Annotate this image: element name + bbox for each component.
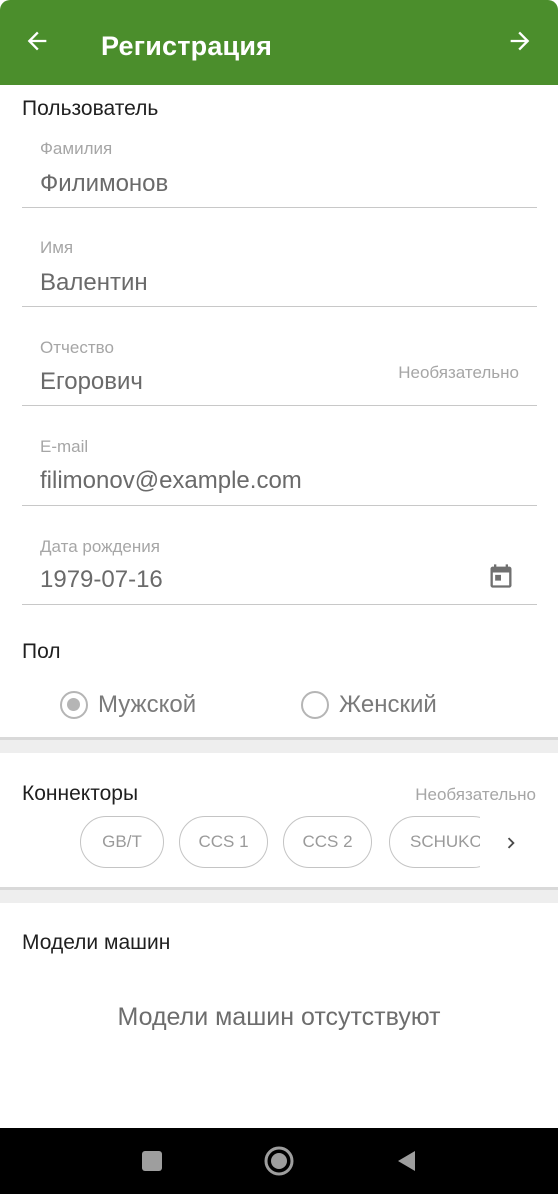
email-input[interactable]: filimonov@example.com xyxy=(40,467,460,495)
app-bar: Регистрация xyxy=(0,0,558,85)
birth-date-field[interactable]: Дата рождения 1979-07-16 xyxy=(22,515,537,605)
chevron-right-icon xyxy=(507,837,515,849)
last-name-field[interactable]: Фамилия Филимонов xyxy=(22,118,537,208)
patronymic-field[interactable]: Отчество Егорович Необязательно xyxy=(22,316,537,406)
connector-chip-ccs2[interactable]: CCS 2 xyxy=(283,816,372,868)
email-label: E-mail xyxy=(40,437,89,456)
arrow-right-icon xyxy=(510,31,530,51)
patronymic-optional-hint: Необязательно xyxy=(398,363,519,382)
forward-button[interactable] xyxy=(500,21,540,61)
recents-button[interactable] xyxy=(141,1150,163,1172)
birth-date-input[interactable]: 1979-07-16 xyxy=(40,566,460,594)
gender-male-label: Мужской xyxy=(98,691,197,718)
birth-date-label: Дата рождения xyxy=(40,537,160,556)
connector-chip-gbt[interactable]: GB/T xyxy=(80,816,164,868)
calendar-icon[interactable] xyxy=(487,562,515,590)
connector-chip-schuko[interactable]: SCHUKO xyxy=(389,816,480,868)
first-name-label: Имя xyxy=(40,238,74,257)
connectors-optional-hint: Необязательно xyxy=(415,785,536,804)
home-button[interactable] xyxy=(263,1145,295,1177)
first-name-input[interactable]: Валентин xyxy=(40,269,460,297)
first-name-field[interactable]: Имя Валентин xyxy=(22,217,537,307)
system-back-button[interactable] xyxy=(395,1149,417,1173)
section-divider xyxy=(0,887,558,903)
registration-screen: Регистрация Пользователь Фамилия Филимон… xyxy=(0,0,558,1194)
arrow-left-icon xyxy=(27,31,47,51)
email-field[interactable]: E-mail filimonov@example.com xyxy=(22,416,537,506)
section-divider xyxy=(0,737,558,753)
radio-unchecked-icon xyxy=(301,691,329,719)
gender-option-female[interactable]: Женский xyxy=(301,688,437,722)
square-icon xyxy=(142,1151,162,1171)
system-navigation-bar xyxy=(0,1128,558,1194)
gender-female-label: Женский xyxy=(339,691,437,718)
chips-scroll-next-button[interactable] xyxy=(496,826,526,860)
radio-checked-icon xyxy=(60,691,88,719)
patronymic-input[interactable]: Егорович xyxy=(40,368,460,396)
car-models-empty-text: Модели машин отсутствуют xyxy=(117,1003,441,1031)
page-title: Регистрация xyxy=(101,31,273,61)
patronymic-label: Отчество xyxy=(40,338,114,357)
triangle-back-icon xyxy=(398,1151,415,1171)
gender-section-title: Пол xyxy=(22,640,61,663)
car-models-section-title: Модели машин xyxy=(22,931,171,954)
circle-home-icon xyxy=(264,1146,294,1176)
last-name-label: Фамилия xyxy=(40,139,113,158)
last-name-input[interactable]: Филимонов xyxy=(40,170,460,198)
gender-option-male[interactable]: Мужской xyxy=(60,688,196,722)
connector-chip-ccs1[interactable]: CCS 1 xyxy=(179,816,268,868)
connector-chip-list[interactable]: GB/T CCS 1 CCS 2 SCHUKO xyxy=(80,816,480,868)
back-button[interactable] xyxy=(17,21,57,61)
connectors-section-title: Коннекторы xyxy=(22,782,139,805)
